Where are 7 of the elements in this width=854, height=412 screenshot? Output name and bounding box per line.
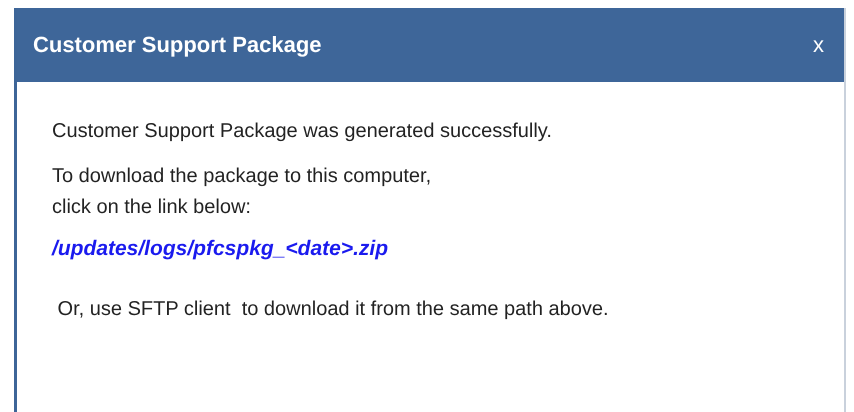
instruction-text: To download the package to this computer, (52, 164, 432, 189)
dialog-title: Customer Support Package (33, 32, 322, 58)
instruction-text: click on the link below: (52, 195, 252, 220)
sftp-note: Or, use SFTP client to download it from the same path above. (56, 297, 610, 322)
download-link[interactable]: /updates/logs/pfcspkg_<date>.zip (52, 233, 388, 264)
close-button[interactable]: x (809, 32, 828, 58)
success-message: Customer Support Package was generated successfully. (52, 119, 553, 144)
